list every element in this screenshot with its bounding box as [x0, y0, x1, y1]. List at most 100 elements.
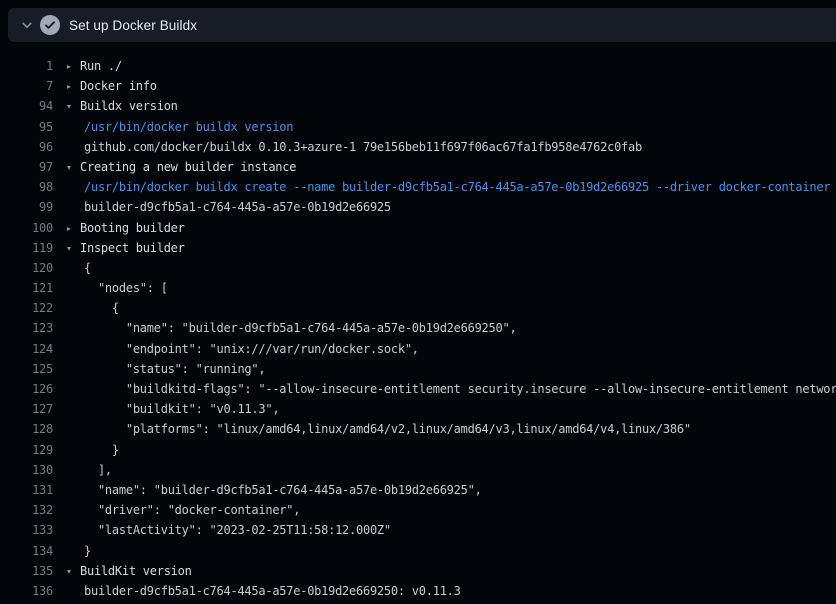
log-line-number[interactable]: 122: [0, 298, 53, 318]
gutter: [53, 379, 84, 399]
log-line: 133 "lastActivity": "2023-02-25T11:58:12…: [0, 520, 836, 540]
log-group-header[interactable]: 94 ▾ Buildx version: [0, 96, 836, 116]
log-line: 132 "driver": "docker-container",: [0, 500, 836, 520]
triangle-down-icon[interactable]: ▾: [66, 98, 72, 117]
gutter: [53, 500, 84, 520]
log-line-number[interactable]: 135: [0, 561, 53, 581]
gutter: [53, 278, 84, 298]
gutter: ▾: [53, 561, 80, 581]
check-circle-icon: [40, 15, 60, 35]
log-line: 130 ],: [0, 460, 836, 480]
log-line-text: Buildx version: [80, 96, 178, 116]
chevron-down-icon[interactable]: [20, 18, 34, 32]
log-line-number[interactable]: 134: [0, 541, 53, 561]
log-group-header[interactable]: 7 ▸ Docker info: [0, 76, 836, 96]
log-line: 123 "name": "builder-d9cfb5a1-c764-445a-…: [0, 318, 836, 338]
log-group-header[interactable]: 97 ▾ Creating a new builder instance: [0, 157, 836, 177]
log-line-number[interactable]: 131: [0, 480, 53, 500]
log-line-number[interactable]: 99: [0, 197, 53, 217]
log-line: 127 "buildkit": "v0.11.3",: [0, 399, 836, 419]
log-group-header[interactable]: 1 ▸ Run ./: [0, 56, 836, 76]
log-line-text: }: [84, 541, 91, 561]
log-line-number[interactable]: 132: [0, 500, 53, 520]
log-line: 95 /usr/bin/docker buildx version: [0, 117, 836, 137]
gutter: [53, 117, 84, 137]
step-header[interactable]: Set up Docker Buildx: [8, 8, 836, 42]
log-line-text: "platforms": "linux/amd64,linux/amd64/v2…: [84, 419, 691, 439]
log-line: 134 }: [0, 541, 836, 561]
log-line-number[interactable]: 119: [0, 238, 53, 258]
log-group-header[interactable]: 135 ▾ BuildKit version: [0, 561, 836, 581]
log-line-number[interactable]: 125: [0, 359, 53, 379]
log-line-number[interactable]: 124: [0, 339, 53, 359]
gutter: [53, 399, 84, 419]
log-line: 98 /usr/bin/docker buildx create --name …: [0, 177, 836, 197]
log-line-text: Booting builder: [80, 218, 185, 238]
gutter: [53, 177, 84, 197]
log-line: 99 builder-d9cfb5a1-c764-445a-a57e-0b19d…: [0, 197, 836, 217]
gutter: [53, 419, 84, 439]
log-line-text: Inspect builder: [80, 238, 185, 258]
log-line-number[interactable]: 129: [0, 440, 53, 460]
log-line-number[interactable]: 121: [0, 278, 53, 298]
log-line-text: Docker info: [80, 76, 157, 96]
log-line: 125 "status": "running",: [0, 359, 836, 379]
triangle-right-icon[interactable]: ▸: [66, 58, 72, 77]
log-line-text: }: [84, 440, 119, 460]
log-line-text: "driver": "docker-container",: [84, 500, 300, 520]
log-line-text: {: [84, 298, 119, 318]
log-line: 121 "nodes": [: [0, 278, 836, 298]
log-line-text: "name": "builder-d9cfb5a1-c764-445a-a57e…: [84, 480, 482, 500]
triangle-down-icon[interactable]: ▾: [66, 239, 72, 258]
log-line-number[interactable]: 126: [0, 379, 53, 399]
log-line-number[interactable]: 96: [0, 137, 53, 157]
triangle-down-icon[interactable]: ▾: [66, 562, 72, 581]
gutter: ▾: [53, 157, 80, 177]
gutter: [53, 298, 84, 318]
gutter: ▾: [53, 96, 80, 116]
log-line-text: Run ./: [80, 56, 122, 76]
log-line-number[interactable]: 1: [0, 56, 53, 76]
log-line: 129 }: [0, 440, 836, 460]
log-line-text: "status": "running",: [84, 359, 265, 379]
log-line-number[interactable]: 128: [0, 419, 53, 439]
log-line-text: builder-d9cfb5a1-c764-445a-a57e-0b19d2e6…: [84, 581, 461, 601]
log-line-text: "buildkit": "v0.11.3",: [84, 399, 279, 419]
gutter: ▸: [53, 56, 80, 76]
log-line: 128 "platforms": "linux/amd64,linux/amd6…: [0, 419, 836, 439]
log-line-number[interactable]: 127: [0, 399, 53, 419]
log-line-number[interactable]: 120: [0, 258, 53, 278]
log-line: 120 {: [0, 258, 836, 278]
log-line-text: "nodes": [: [84, 278, 168, 298]
log-line-number[interactable]: 136: [0, 581, 53, 601]
log-line-number[interactable]: 97: [0, 157, 53, 177]
log-line-text: "lastActivity": "2023-02-25T11:58:12.000…: [84, 520, 391, 540]
log-line-text: Creating a new builder instance: [80, 157, 296, 177]
log-group-header[interactable]: 119 ▾ Inspect builder: [0, 238, 836, 258]
gutter: [53, 258, 84, 278]
log-line-number[interactable]: 130: [0, 460, 53, 480]
log-line-number[interactable]: 100: [0, 218, 53, 238]
log-line-number[interactable]: 123: [0, 318, 53, 338]
log-line-number[interactable]: 95: [0, 117, 53, 137]
log-line-text: "buildkitd-flags": "--allow-insecure-ent…: [84, 379, 836, 399]
gutter: [53, 137, 84, 157]
gutter: [53, 581, 84, 601]
log-line-text: /usr/bin/docker buildx version: [84, 117, 293, 137]
log-line-text: ],: [84, 460, 112, 480]
log-line-number[interactable]: 94: [0, 96, 53, 116]
log-line-number[interactable]: 133: [0, 520, 53, 540]
triangle-right-icon[interactable]: ▸: [66, 78, 72, 97]
log-line-number[interactable]: 7: [0, 76, 53, 96]
log-line: 126 "buildkitd-flags": "--allow-insecure…: [0, 379, 836, 399]
log-line-number[interactable]: 98: [0, 177, 53, 197]
gutter: [53, 339, 84, 359]
gutter: [53, 480, 84, 500]
log-group-header[interactable]: 100 ▸ Booting builder: [0, 218, 836, 238]
log-line-text: "name": "builder-d9cfb5a1-c764-445a-a57e…: [84, 318, 516, 338]
gutter: [53, 440, 84, 460]
triangle-right-icon[interactable]: ▸: [66, 219, 72, 238]
gutter: [53, 460, 84, 480]
triangle-down-icon[interactable]: ▾: [66, 158, 72, 177]
gutter: [53, 197, 84, 217]
